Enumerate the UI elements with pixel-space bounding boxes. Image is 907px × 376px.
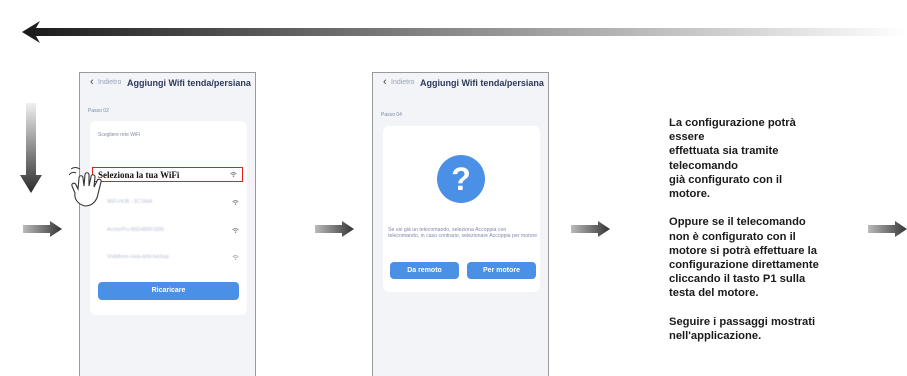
step-label: Passo 04 xyxy=(381,112,402,118)
pairing-help-text: Se usi già un telecomando, seleziona Acc… xyxy=(388,227,538,240)
network-row[interactable]: ArcherPro-B6D4B6F0395 xyxy=(90,223,247,237)
motor-button[interactable]: Per motore xyxy=(467,262,536,279)
instruction-line: essere xyxy=(669,131,705,144)
instruction-line xyxy=(669,201,894,215)
back-link[interactable]: Indietro xyxy=(98,79,121,86)
phone-screen-pairing: ‹ Indietro Aggiungi Wifi tenda/persiana … xyxy=(372,72,549,376)
selected-network-label: Seleziona la tua WiFi xyxy=(98,170,180,180)
instruction-line: già configurato con il xyxy=(669,173,783,186)
chevron-left-icon[interactable]: ‹ xyxy=(383,76,387,88)
wifi-icon xyxy=(232,228,239,233)
pairing-card: ? Se usi già un telecomando, seleziona A… xyxy=(383,126,540,292)
wifi-icon xyxy=(232,255,239,260)
instruction-line: cliccando il tasto P1 sulla xyxy=(669,273,806,286)
chevron-left-icon[interactable]: ‹ xyxy=(90,76,94,88)
network-row[interactable]: WiFi-HUB - 3C7A4A xyxy=(90,195,247,209)
instruction-line: Oppure se il telecomando xyxy=(669,216,806,229)
instruction-line xyxy=(669,300,894,314)
network-row[interactable]: Vodafone-casa-adsl-backup xyxy=(90,250,247,264)
top-flow-arrow xyxy=(22,21,907,43)
instruction-line: telecomando xyxy=(669,159,739,172)
instruction-line: motore. xyxy=(669,187,711,200)
instruction-line: configurazione direttamente xyxy=(669,258,819,271)
remote-button[interactable]: Da remoto xyxy=(390,262,459,279)
instruction-line: La configurazione potrà xyxy=(669,117,796,129)
right-arrow-1 xyxy=(23,221,62,237)
choose-network-label: Scegliere rete WiFi xyxy=(98,132,141,138)
instruction-line: motore si potrà effettuare la xyxy=(669,244,817,257)
back-link[interactable]: Indietro xyxy=(391,79,414,86)
app-header: ‹ Indietro Aggiungi Wifi tenda/persiana xyxy=(80,73,255,93)
app-header: ‹ Indietro Aggiungi Wifi tenda/persiana xyxy=(373,73,548,93)
phone-screen-wifi-select: ‹ Indietro Aggiungi Wifi tenda/persiana … xyxy=(79,72,256,376)
page-title: Aggiungi Wifi tenda/persiana xyxy=(420,78,544,88)
page-title: Aggiungi Wifi tenda/persiana xyxy=(127,78,251,88)
instruction-line: nell'applicazione. xyxy=(669,329,762,342)
instructions-text: La configurazione potrà essere effettuata … xyxy=(669,116,894,343)
wifi-icon xyxy=(232,200,239,205)
instruction-line: Seguire i passaggi mostrati xyxy=(669,315,816,328)
down-arrow xyxy=(20,103,42,193)
step-label: Passo 02 xyxy=(88,108,109,114)
reload-button[interactable]: Ricaricare xyxy=(98,282,239,300)
instruction-line: effettuata sia tramite xyxy=(669,145,779,158)
wifi-icon xyxy=(230,172,237,177)
right-arrow-2 xyxy=(315,221,354,237)
right-arrow-3 xyxy=(571,221,610,237)
instruction-line: testa del motore. xyxy=(669,287,759,300)
hand-pointer-icon xyxy=(68,167,102,207)
instruction-line: non è configurato con il xyxy=(669,230,796,243)
selected-network-row[interactable]: Seleziona la tua WiFi xyxy=(92,167,243,182)
question-icon: ? xyxy=(437,155,485,203)
